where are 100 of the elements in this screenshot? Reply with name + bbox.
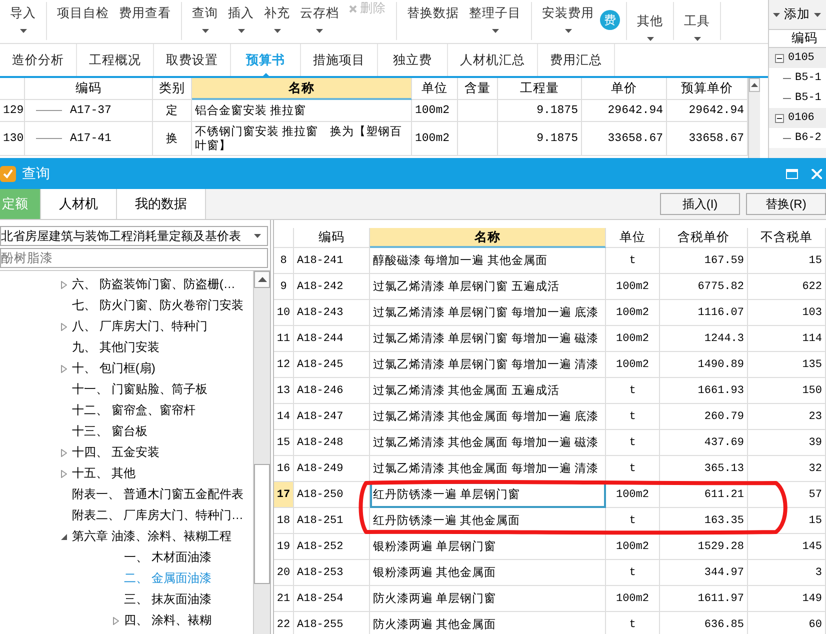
- caret-icon: [492, 29, 498, 33]
- column-header: 工程量: [498, 78, 582, 100]
- toolbar-button[interactable]: 补充: [260, 2, 294, 36]
- table-cell: A18-251: [294, 508, 370, 534]
- toolbar-button[interactable]: 其他: [633, 10, 667, 43]
- row-number[interactable]: 8: [274, 248, 294, 274]
- row-number[interactable]: 18: [274, 508, 294, 534]
- tree-item[interactable]: 七、 防火门窗、防火卷帘门安装: [0, 295, 253, 316]
- caret-icon: [814, 12, 821, 16]
- row-number[interactable]: 15: [274, 430, 294, 456]
- tree-item[interactable]: 一、 木材面油漆: [0, 547, 253, 568]
- toolbar-button[interactable]: 插入: [224, 2, 258, 36]
- tree-item[interactable]: 二、 金属面油漆: [0, 568, 253, 589]
- expand-icon[interactable]: [61, 448, 67, 456]
- column-header: 单位: [606, 228, 660, 248]
- expand-icon[interactable]: [113, 616, 119, 624]
- tree-item[interactable]: 十二、 窗帘盒、窗帘杆: [0, 400, 253, 421]
- scroll-up-button[interactable]: [749, 78, 760, 92]
- table-cell: 过氯乙烯清漆 其他金属面 每增加一遍 底漆: [370, 404, 606, 430]
- table-cell: A18-248: [294, 430, 370, 456]
- tree-item[interactable]: 第六章 油漆、涂料、裱糊工程: [0, 526, 253, 547]
- tree-item[interactable]: 十、 包门框(扇): [0, 358, 253, 379]
- toolbar-button[interactable]: 查询: [188, 2, 222, 36]
- tree-item[interactable]: 十五、 其他: [0, 463, 253, 484]
- tree-item[interactable]: 附表二、 厂库房大门、特种门…: [0, 505, 253, 526]
- table-cell: t: [606, 508, 660, 534]
- table-cell: 3: [748, 560, 826, 586]
- row-number[interactable]: 13: [274, 378, 294, 404]
- tree-item[interactable]: 0106: [769, 108, 826, 128]
- tab[interactable]: 我的数据: [117, 189, 206, 219]
- caret-icon: [254, 234, 261, 238]
- tree-item[interactable]: 八、 厂库房大门、特种门: [0, 316, 253, 337]
- scroll-up-button[interactable]: [254, 271, 270, 288]
- table-cell: 过氯乙烯清漆 单层钢门窗 五遍成活: [370, 274, 606, 300]
- table-cell: [458, 122, 498, 156]
- row-number[interactable]: 17: [274, 482, 294, 508]
- expand-icon[interactable]: [61, 322, 67, 330]
- up-arrow-icon: [258, 277, 266, 282]
- row-number[interactable]: 21: [274, 586, 294, 612]
- tree-item[interactable]: 十四、 五金安装: [0, 442, 253, 463]
- column-header: 单价: [582, 78, 667, 100]
- search-field[interactable]: 酚树脂漆: [0, 248, 268, 268]
- tree-item[interactable]: 六、 防盗装饰门窗、防盗栅(…: [0, 274, 253, 295]
- dialog-button[interactable]: 插入(I): [660, 193, 740, 215]
- row-number[interactable]: 10: [274, 300, 294, 326]
- collapse-icon[interactable]: [775, 114, 784, 122]
- toolbar-button[interactable]: 费用查看: [115, 2, 175, 25]
- scroll-thumb[interactable]: [254, 464, 270, 584]
- toolbar-button[interactable]: 项目自检: [53, 2, 113, 25]
- tree-item[interactable]: 四、 涂料、裱糊: [0, 610, 253, 631]
- row-number[interactable]: 9: [274, 274, 294, 300]
- table-cell: 100m2: [412, 100, 458, 122]
- expand-icon[interactable]: [61, 280, 67, 288]
- table-cell: 23: [748, 404, 826, 430]
- row-number[interactable]: 19: [274, 534, 294, 560]
- expand-icon[interactable]: [61, 364, 67, 372]
- tree-item[interactable]: B5-1: [769, 68, 826, 88]
- table-cell: 防火漆两遍 单层钢门窗: [370, 586, 606, 612]
- dialog-button[interactable]: 替换(R): [746, 193, 826, 215]
- row-number[interactable]: 12: [274, 352, 294, 378]
- row-number[interactable]: 11: [274, 326, 294, 352]
- collapse-icon[interactable]: [61, 534, 67, 540]
- tree-item[interactable]: 九、 其他门安装: [0, 337, 253, 358]
- row-number[interactable]: 22: [274, 612, 294, 634]
- toolbar-button[interactable]: 工具: [680, 10, 714, 43]
- table-cell: 100m2: [606, 300, 660, 326]
- tree-item[interactable]: 附表一、 普通木门窗五金配件表: [0, 484, 253, 505]
- row-number[interactable]: 20: [274, 560, 294, 586]
- table-cell: 611.21: [660, 482, 748, 508]
- tree-item[interactable]: 0105: [769, 48, 826, 68]
- tree-item[interactable]: B6-2: [769, 128, 826, 148]
- collapse-icon[interactable]: [775, 54, 784, 62]
- tree-item[interactable]: 十三、 窗台板: [0, 421, 253, 442]
- table-cell: 9.1875: [498, 100, 582, 122]
- tree-item[interactable]: 十一、 门窗贴脸、筒子板: [0, 379, 253, 400]
- table-cell: 150: [748, 378, 826, 404]
- toolbar-button[interactable]: 安装费用: [538, 2, 598, 36]
- close-icon: [349, 4, 357, 12]
- table-cell: 1529.28: [660, 534, 748, 560]
- table-cell: A18-253: [294, 560, 370, 586]
- toolbar-button[interactable]: 整理子目: [465, 2, 525, 36]
- tab[interactable]: 人材机: [41, 189, 117, 219]
- table-cell: 29642.94: [582, 100, 667, 122]
- table-cell: A18-255: [294, 612, 370, 634]
- table-cell: 1244.3: [660, 326, 748, 352]
- toolbar-button[interactable]: 替换数据: [403, 2, 463, 25]
- scrollbar[interactable]: [253, 271, 270, 634]
- add-label[interactable]: 添加: [784, 6, 810, 23]
- column-header: 不含税单: [748, 228, 826, 248]
- toolbar-button[interactable]: 云存档: [296, 2, 343, 36]
- expand-icon[interactable]: [61, 470, 67, 478]
- row-number: 129: [0, 100, 25, 122]
- dialog-title: 查询: [22, 165, 50, 183]
- row-number[interactable]: 14: [274, 404, 294, 430]
- tree-item[interactable]: 三、 抹灰面油漆: [0, 589, 253, 610]
- toolbar-button[interactable]: 导入: [6, 2, 40, 36]
- maximize-icon[interactable]: [786, 169, 798, 179]
- scrollbar[interactable]: [748, 78, 760, 158]
- tree-item[interactable]: B5-1: [769, 88, 826, 108]
- library-dropdown[interactable]: 北省房屋建筑与装饰工程消耗量定额及基价表: [0, 226, 268, 246]
